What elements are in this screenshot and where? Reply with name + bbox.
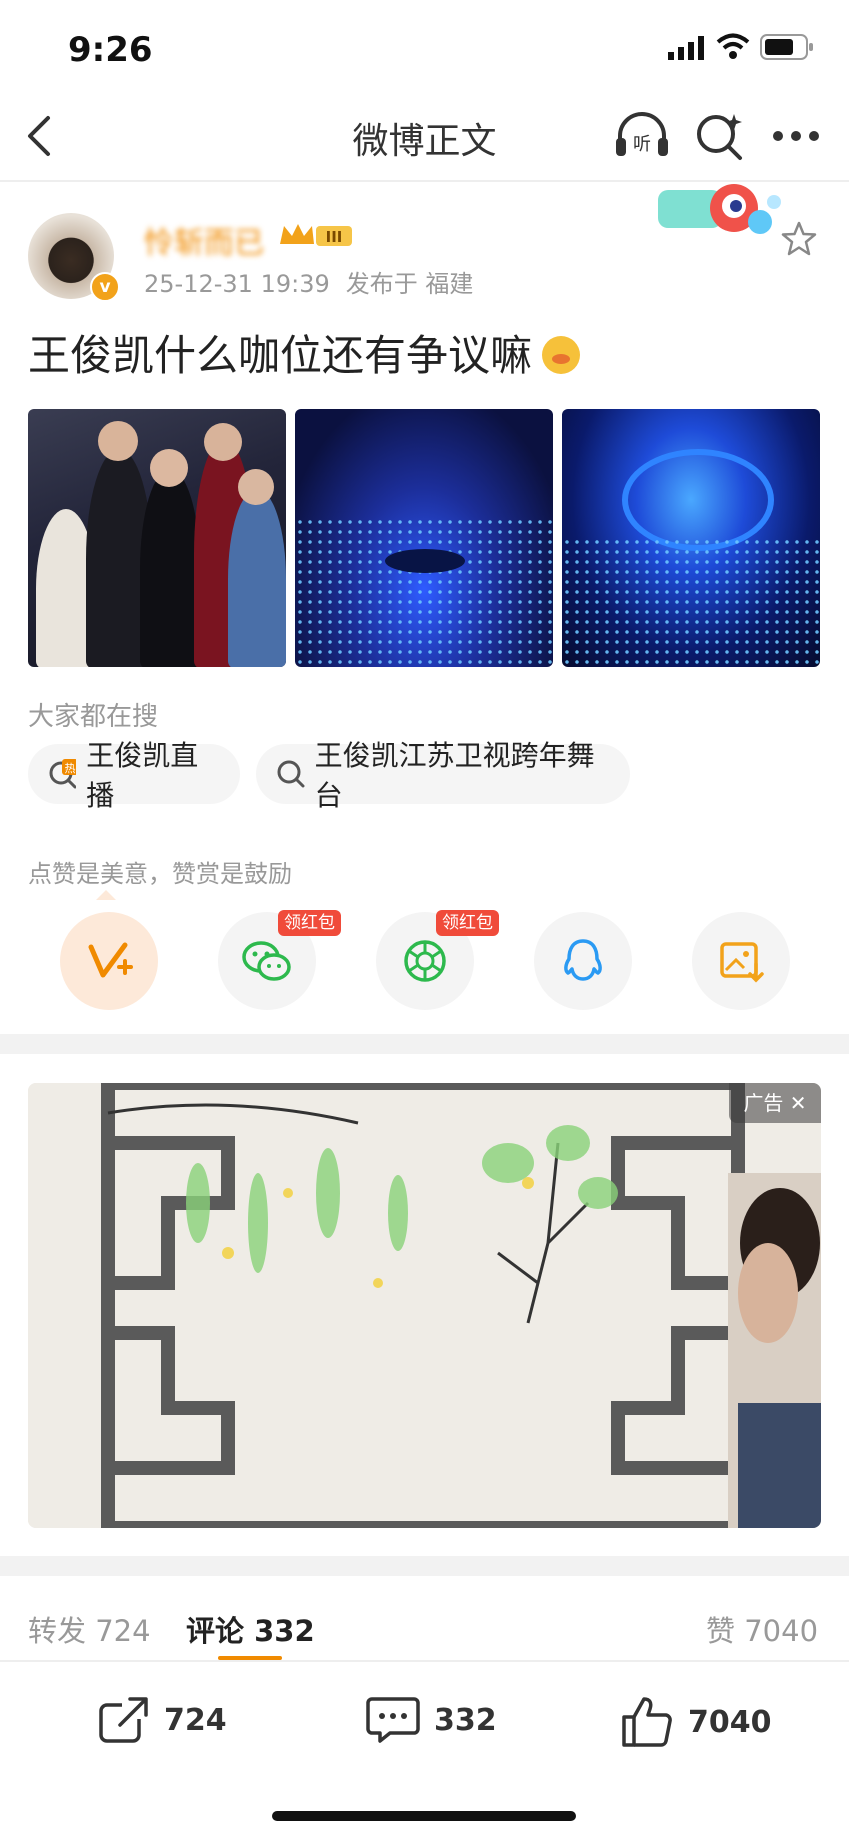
tab-repost[interactable]: 转发 724 [28,1608,151,1650]
redpack-badge-wechat: 领红包 [278,910,341,936]
search-chip-2-label: 王俊凯江苏卫视跨年舞台 [314,739,595,812]
section-separator [0,1034,849,1054]
search-chip-1-label: 王俊凯直播 [86,739,199,812]
hot-search-icon: 热 [49,759,77,789]
post-image-2[interactable] [295,409,553,667]
search-button[interactable] [694,110,746,166]
post-location: 发布于 福建 [345,270,474,298]
redpack-badge-moments: 领红包 [436,910,499,936]
svg-text:热: 热 [65,762,76,775]
listen-button[interactable]: 听 [612,110,672,164]
emoji-icon [542,336,581,374]
moments-icon [404,940,446,982]
battery-icon [760,34,816,66]
share-qq-button[interactable] [534,912,632,1010]
reward-pointer [96,890,116,900]
post-meta: 25-12-31 19:39 发布于 福建 [144,264,473,299]
search-section-label: 大家都在搜 [28,702,159,732]
actions-divider [0,1660,849,1662]
level-badge-text: III [326,228,343,246]
comment-count: 332 [434,1702,497,1738]
reward-button[interactable] [60,912,158,1010]
thumbs-up-icon [622,1697,672,1747]
post-date: 25-12-31 19:39 [144,270,330,298]
save-image-icon [720,942,764,983]
like-button[interactable]: 7040 [620,1695,772,1749]
search-sparkle-icon [697,114,742,160]
ad-banner[interactable]: 广告 ✕ [28,1083,821,1528]
svg-text:听: 听 [633,134,651,155]
repost-count: 724 [164,1702,227,1738]
section-separator-2 [0,1556,849,1576]
tab-comment[interactable]: 评论 332 [186,1608,315,1650]
post-image-1[interactable] [28,409,286,667]
headphones-icon: 听 [616,112,668,156]
post-image-3[interactable] [562,409,820,667]
ad-tag[interactable]: 广告 ✕ [729,1083,821,1123]
username[interactable]: 怜斩而已 [144,218,264,262]
search-chip-2[interactable]: 王俊凯江苏卫视跨年舞台 [256,739,630,812]
more-dots-icon [773,131,819,141]
reward-label: 点赞是美意，赞赏是鼓励 [28,860,292,888]
ad-tag-label: 广告 [743,1091,784,1115]
qq-icon [564,939,602,981]
cellular-signal-icon [668,36,708,64]
search-chip-1[interactable]: 热 王俊凯直播 [28,739,240,812]
verified-badge-icon: v [90,272,120,302]
favorite-star-button[interactable] [780,220,818,262]
repost-icon [99,1695,150,1743]
status-time: 9:26 [68,30,153,70]
close-icon[interactable]: ✕ [790,1091,807,1115]
post-text: 王俊凯什么咖位还有争议嘛 [28,322,581,383]
event-badge-icon[interactable] [656,178,784,244]
comment-icon [366,1697,420,1743]
comment-button[interactable]: 332 [366,1695,497,1745]
reward-v-icon [88,942,133,978]
like-count: 7040 [688,1704,772,1740]
home-indicator[interactable] [272,1811,576,1821]
more-button[interactable] [772,128,820,147]
wechat-icon [242,941,291,981]
repost-button[interactable]: 724 [98,1695,227,1745]
tab-like[interactable]: 赞 7040 [706,1608,818,1650]
member-crown-icon: III [276,220,356,250]
save-image-button[interactable] [692,912,790,1010]
ad-painting-image [28,1083,821,1528]
search-icon [277,760,305,788]
star-icon [781,221,817,256]
wifi-icon [716,32,750,64]
